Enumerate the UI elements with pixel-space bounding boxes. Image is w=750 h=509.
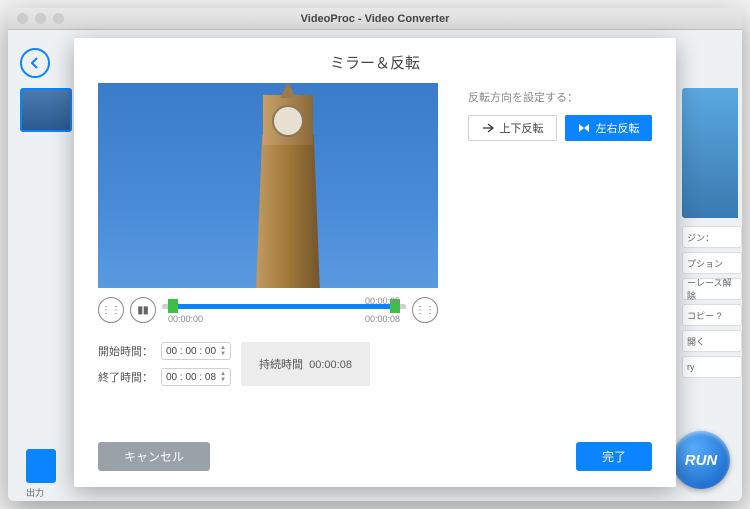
side-option[interactable]: ry [682,356,742,378]
end-time-input[interactable]: 00 : 00 : 08 ▲▼ [161,368,231,386]
time-end-mark: 00:00:05 [365,296,400,306]
traffic-lights[interactable] [17,13,64,24]
title-bar[interactable]: VideoProc - Video Converter [8,8,742,30]
trim-start-handle[interactable] [168,299,178,313]
side-option[interactable]: ジン： [682,226,742,248]
thumbnail-list [20,88,72,136]
play-pause-button[interactable]: ▮▮ [130,297,156,323]
dialog-left: ⋮⋮ ▮▮ 00:00:00 00:00:05 00:00:08 ⋮⋮ [98,83,438,386]
flip-horizontal-icon [578,123,590,133]
start-time-input[interactable]: 00 : 00 : 00 ▲▼ [161,342,231,360]
time-total-mark: 00:00:08 [365,314,400,324]
duration-box: 持続時間 00:00:08 [241,342,370,386]
stepper-icon[interactable]: ▲▼ [220,345,226,357]
time-start-mark: 00:00:00 [168,314,203,324]
output-label: 出力 [26,486,44,499]
next-frame-button[interactable]: ⋮⋮ [412,297,438,323]
video-preview[interactable] [98,83,438,288]
stepper-icon[interactable]: ▲▼ [220,371,226,383]
timeline-track[interactable]: 00:00:00 00:00:05 00:00:08 [162,296,406,324]
dialog-title: ミラー＆反転 [74,38,676,83]
side-option[interactable]: コピー ? [682,304,742,326]
flip-section-label: 反転方向を設定する： [468,89,652,105]
run-button[interactable]: RUN [672,431,730,489]
window-title: VideoProc - Video Converter [301,13,450,25]
flip-horizontal-button[interactable]: 左右反転 [565,115,652,141]
flip-vertical-button[interactable]: 上下反転 [468,115,557,141]
output-icon[interactable] [26,449,56,483]
thumbnail-item[interactable] [20,88,72,132]
dialog-right: 反転方向を設定する： 上下反転 左右反転 [438,83,652,386]
preview-panel [682,88,738,218]
side-option[interactable]: プション [682,252,742,274]
mirror-flip-dialog: ミラー＆反転 ⋮⋮ ▮▮ 00:00:00 00:00:05 00:00:08 [74,38,676,487]
end-time-label: 終了時間： [98,369,153,385]
back-button[interactable] [20,48,50,78]
cancel-button[interactable]: キャンセル [98,442,210,471]
done-button[interactable]: 完了 [576,442,652,471]
flip-vertical-icon [482,123,494,133]
side-option[interactable]: 開く [682,330,742,352]
right-panel: ジン： プション ーレース解除 コピー ? 開く ry [682,88,742,441]
app-window: VideoProc - Video Converter ジン： プション ーレー… [8,8,742,501]
start-time-label: 開始時間： [98,343,153,359]
side-option[interactable]: ーレース解除 [682,278,742,300]
prev-frame-button[interactable]: ⋮⋮ [98,297,124,323]
